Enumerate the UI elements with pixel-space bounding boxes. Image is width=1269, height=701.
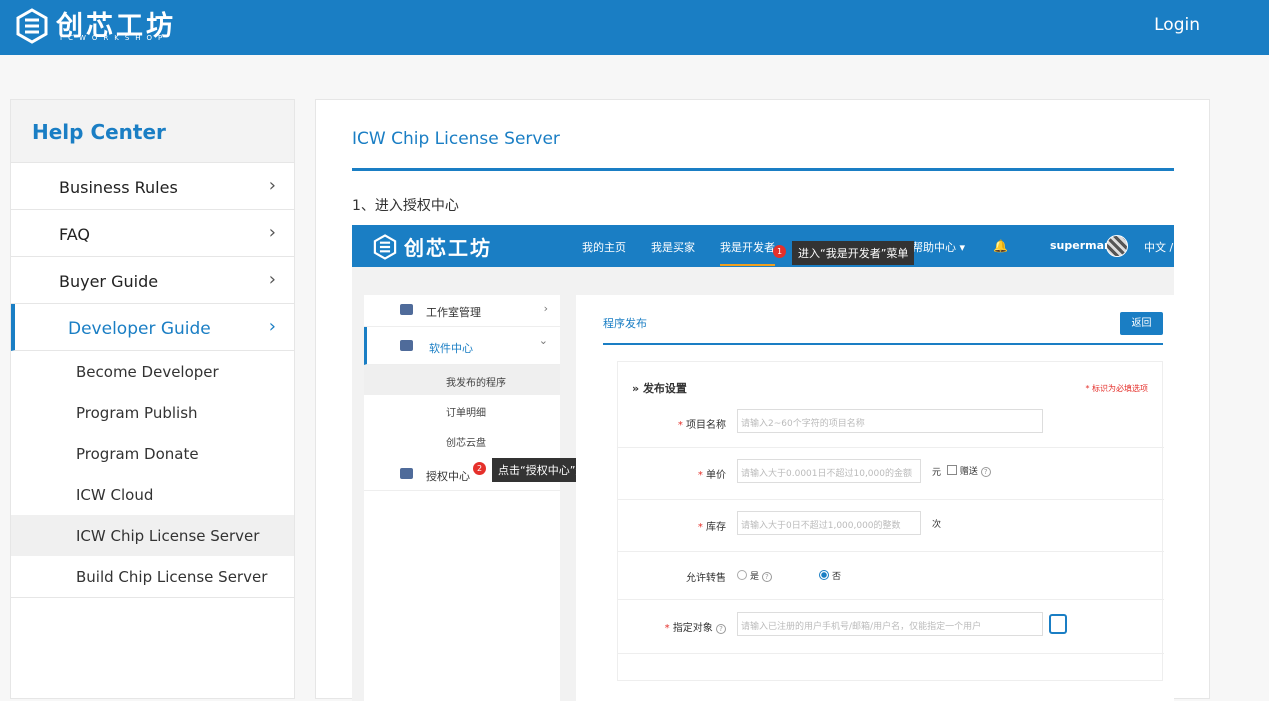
sidebar-item-label: Buyer Guide	[59, 272, 159, 291]
screenshot-side-my-programs: 我发布的程序	[364, 365, 560, 395]
row-resell: 允许转售 是 ? 否	[618, 552, 1164, 600]
row-target: * 指定对象 ? 请输入已注册的用户手机号/邮箱/用户名，仅能指定一个用户	[618, 600, 1164, 654]
screenshot-language: 中文 /	[1144, 241, 1174, 254]
title-divider	[352, 168, 1174, 171]
bell-icon: 🔔	[993, 239, 1008, 253]
software-icon	[400, 340, 413, 351]
subitem-icw-cloud[interactable]: ICW Cloud	[11, 474, 294, 515]
screenshot-username: superman	[1050, 239, 1112, 252]
resell-no-radio: 否	[819, 569, 841, 582]
side-label: 工作室管理	[426, 306, 481, 319]
sidebar-item-label: Developer Guide	[68, 319, 211, 339]
price-field: 请输入大于0.0001日不超过10,000的金额	[737, 459, 921, 483]
step-badge-1: 1	[773, 245, 786, 258]
sidebar-item-label: Business Rules	[59, 178, 178, 197]
required-note: * 标识为必填选项	[1085, 384, 1148, 393]
project-name-field: 请输入2~60个字符的项目名称	[737, 409, 1043, 433]
chevron-right-icon: ›	[268, 316, 276, 337]
help-icon: ?	[980, 467, 991, 477]
screenshot-logo: 创芯工坊	[372, 232, 492, 261]
tutorial-screenshot: 创芯工坊 我的主页 我是买家 我是开发者 帮助中心 ▾ 🔔 superman 中…	[352, 225, 1174, 701]
step-1-text: 1、进入授权中心	[352, 198, 459, 214]
workbench-icon	[400, 304, 413, 315]
label-text: 指定对象	[672, 623, 713, 634]
screenshot-nav-help: 帮助中心 ▾	[912, 241, 966, 254]
field-label: * 指定对象 ?	[665, 619, 726, 634]
field-label: * 项目名称	[677, 420, 726, 431]
screenshot-header: 创芯工坊 我的主页 我是买家 我是开发者 帮助中心 ▾ 🔔 superman 中…	[352, 225, 1174, 267]
screenshot-nav-home: 我的主页	[582, 241, 626, 254]
field-label: 允许转售	[686, 573, 726, 584]
top-header: 创芯工坊 ICWORKSHOP Login	[0, 0, 1269, 55]
login-link[interactable]: Login	[1154, 15, 1200, 35]
step-badge-2: 2	[473, 462, 486, 475]
screenshot-tab-title: 程序发布	[603, 317, 647, 330]
logo-icon	[16, 8, 48, 44]
side-label: 软件中心	[429, 342, 473, 355]
help-icon: ?	[761, 572, 772, 582]
help-icon: ?	[716, 624, 726, 634]
price-unit: 元	[932, 468, 942, 478]
contact-book-icon	[1049, 614, 1067, 634]
field-label: * 单价	[697, 470, 726, 481]
gift-label: 赠送	[959, 467, 978, 477]
field-label: * 库存	[697, 522, 726, 533]
section-title: » 发布设置	[632, 382, 687, 395]
screenshot-side-workbench: 工作室管理 ›	[364, 295, 560, 327]
sidebar-item-business-rules[interactable]: Business Rules ›	[11, 163, 294, 210]
chevron-right-icon: ›	[543, 302, 548, 315]
row-project-name: * 项目名称 请输入2~60个字符的项目名称	[618, 398, 1164, 448]
label-text: 项目名称	[686, 420, 726, 431]
sidebar-item-faq[interactable]: FAQ ›	[11, 210, 294, 257]
stock-unit: 次	[932, 520, 942, 530]
tooltip-step-1: 进入“我是开发者”菜单	[792, 241, 915, 265]
resell-yes-radio: 是 ?	[737, 569, 772, 582]
screenshot-nav-developer: 我是开发者	[720, 239, 775, 266]
screenshot-side-cloud: 创芯云盘	[446, 438, 486, 449]
sidebar-header: Help Center	[11, 100, 294, 163]
chevron-right-icon: ›	[268, 175, 276, 196]
subitem-program-donate[interactable]: Program Donate	[11, 433, 294, 474]
screenshot-back-button: 返回	[1120, 312, 1163, 335]
chevron-right-icon: ›	[268, 222, 276, 243]
publish-settings-box: » 发布设置 * 标识为必填选项 * 项目名称 请输入2~60个字符的项目名称 …	[617, 361, 1164, 681]
subitem-build-chip-license-server[interactable]: Build Chip License Server	[11, 556, 294, 597]
chevron-down-icon: ⌄	[538, 334, 548, 347]
avatar	[1106, 235, 1128, 257]
article-panel: ICW Chip License Server 1、进入授权中心 创芯工坊 我的…	[315, 99, 1210, 701]
screenshot-divider	[603, 343, 1163, 345]
logo-subtext: ICWORKSHOP	[60, 34, 169, 42]
screenshot-side-orders: 订单明细	[446, 408, 486, 419]
logo-icon	[373, 233, 397, 260]
side-label: 授权中心	[426, 470, 470, 483]
subitem-program-publish[interactable]: Program Publish	[11, 392, 294, 433]
screenshot-logo-text: 创芯工坊	[404, 236, 492, 260]
target-user-field: 请输入已注册的用户手机号/邮箱/用户名，仅能指定一个用户	[737, 612, 1043, 636]
label-text: 单价	[706, 470, 726, 481]
page-title: ICW Chip License Server	[352, 129, 560, 149]
sidebar-item-developer-guide[interactable]: Developer Guide ›	[11, 304, 294, 351]
radio-label: 否	[832, 572, 842, 582]
stock-field: 请输入大于0日不超过1,000,000的整数	[737, 511, 921, 535]
row-price: * 单价 请输入大于0.0001日不超过10,000的金额 元 赠送 ?	[618, 448, 1164, 500]
subitem-icw-chip-license-server[interactable]: ICW Chip License Server	[11, 515, 294, 556]
row-stock: * 库存 请输入大于0日不超过1,000,000的整数 次	[618, 500, 1164, 552]
sidebar-title: Help Center	[32, 120, 166, 144]
radio-label: 是	[750, 572, 760, 582]
screenshot-side-software: 软件中心 ⌄	[364, 327, 560, 365]
screenshot-nav-buyer: 我是买家	[651, 241, 695, 254]
subitem-become-developer[interactable]: Become Developer	[11, 351, 294, 392]
sidebar-item-label: FAQ	[59, 225, 90, 244]
label-text: 库存	[706, 522, 726, 533]
developer-guide-submenu: Become Developer Program Publish Program…	[11, 351, 294, 598]
sidebar-item-buyer-guide[interactable]: Buyer Guide ›	[11, 257, 294, 304]
screenshot-sidebar: 工作室管理 › 软件中心 ⌄ 我发布的程序 订单明细 创芯云盘 授权中心	[364, 295, 560, 701]
screenshot-form-panel: 程序发布 返回 » 发布设置 * 标识为必填选项 * 项目名称 请输入2~60个…	[576, 295, 1174, 701]
section-label: 发布设置	[642, 382, 687, 395]
chevron-right-icon: ›	[268, 269, 276, 290]
help-sidebar: Help Center Business Rules › FAQ › Buyer…	[10, 99, 295, 699]
license-icon	[400, 468, 413, 479]
gift-checkbox: 赠送 ?	[947, 464, 991, 477]
